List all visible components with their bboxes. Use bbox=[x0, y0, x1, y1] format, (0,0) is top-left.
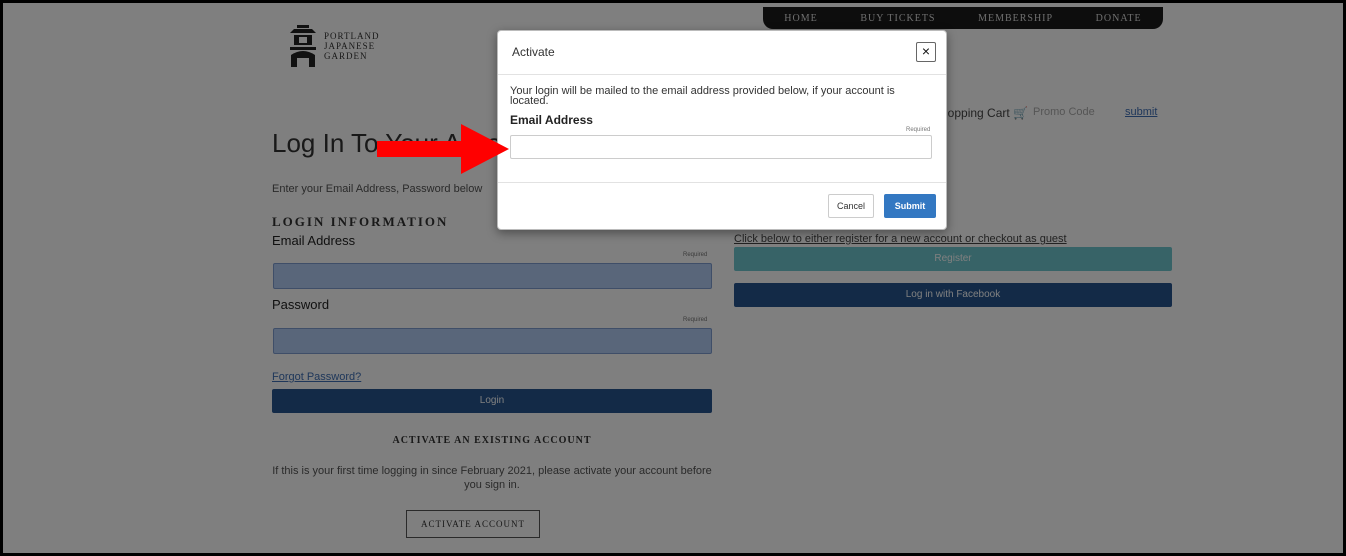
modal-email-field[interactable] bbox=[510, 135, 932, 159]
submit-button[interactable]: Submit bbox=[884, 194, 936, 218]
red-arrow-icon bbox=[377, 124, 509, 174]
modal-required-note: Required bbox=[906, 127, 931, 133]
modal-footer-divider bbox=[498, 182, 946, 183]
modal-header-divider bbox=[498, 74, 946, 75]
close-icon[interactable]: × bbox=[916, 42, 936, 62]
modal-title: Activate bbox=[512, 45, 555, 59]
cancel-button[interactable]: Cancel bbox=[828, 194, 874, 218]
activate-modal: Activate × Your login will be mailed to … bbox=[497, 30, 947, 230]
modal-email-label: Email Address bbox=[510, 113, 593, 127]
modal-description: Your login will be mailed to the email a… bbox=[510, 85, 895, 107]
screenshot-frame: HOME BUY TICKETS MEMBERSHIP DONATE PORTL… bbox=[0, 0, 1346, 556]
